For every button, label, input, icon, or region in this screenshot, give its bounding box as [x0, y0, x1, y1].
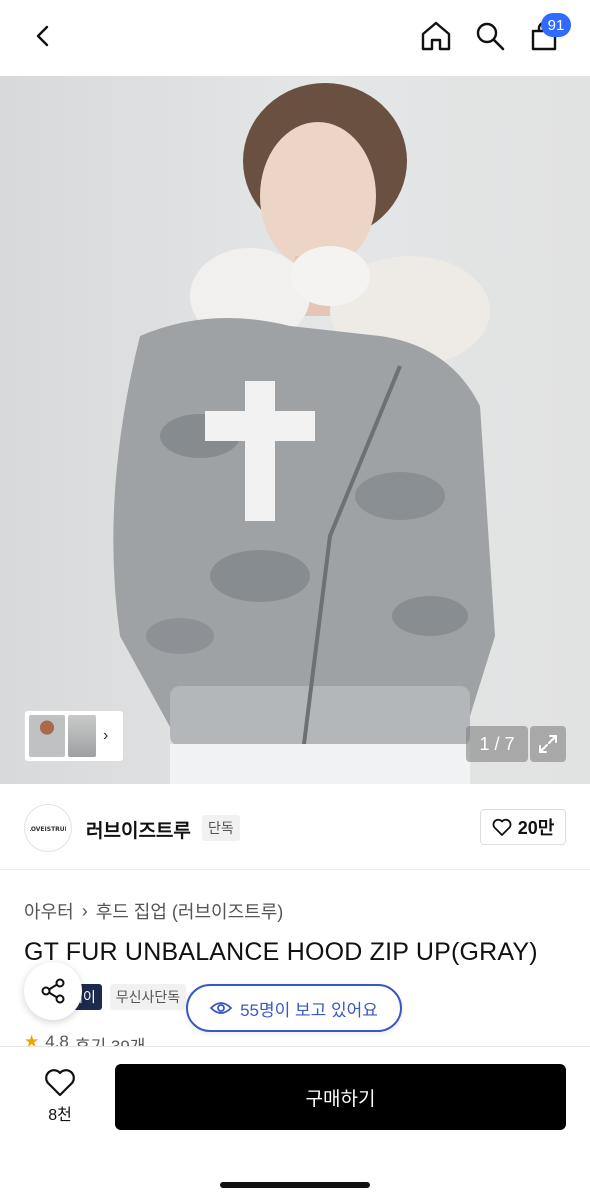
home-icon — [421, 21, 451, 51]
exclusive-tag: 단독 — [202, 815, 240, 841]
home-indicator — [220, 1182, 370, 1188]
viewers-badge: 55명이 보고 있어요 — [186, 984, 402, 1032]
wishlist-button[interactable]: 8천 — [30, 1067, 90, 1131]
brand-logo-mark: LOVEISTRUE — [30, 826, 66, 833]
rating-score: 4.8 — [45, 1032, 69, 1046]
brand-row: LOVEISTRUE 러브이즈트루 단독 20만 — [0, 784, 590, 870]
review-count: 후기 39개 — [75, 1032, 146, 1046]
svg-text:LOVEISTRUE: LOVEISTRUE — [30, 826, 66, 833]
heart-icon — [45, 1069, 75, 1097]
thumbnail-strip[interactable]: › — [24, 710, 124, 762]
top-nav-bar: 91 — [0, 0, 590, 76]
brand-logo[interactable]: LOVEISTRUE — [24, 804, 72, 852]
eye-icon — [210, 1002, 233, 1014]
search-button[interactable] — [468, 14, 512, 58]
viewers-text: 55명이 보고 있어요 — [240, 1000, 378, 1020]
product-image-gallery[interactable]: › 1 / 7 — [0, 76, 590, 784]
home-button[interactable] — [414, 14, 458, 58]
thumbnail-image[interactable] — [29, 715, 65, 757]
brand-name[interactable]: 러브이즈트루 — [86, 816, 191, 843]
breadcrumb-subcategory[interactable]: 후드 집업 (러브이즈트루) — [96, 898, 284, 924]
star-icon: ★ — [24, 1032, 40, 1046]
brand-like-button[interactable]: 20만 — [480, 809, 566, 845]
expand-button[interactable] — [530, 726, 566, 762]
product-photo — [113, 83, 495, 784]
heart-icon — [492, 818, 512, 836]
back-button[interactable] — [22, 14, 66, 58]
cart-count-badge: 91 — [541, 13, 571, 37]
rating-row[interactable]: ★ 4.8 후기 39개 — [24, 1032, 145, 1046]
product-title: GT FUR UNBALANCE HOOD ZIP UP(GRAY) — [24, 938, 538, 966]
share-icon — [41, 978, 65, 1004]
thumbnail-image[interactable] — [68, 715, 96, 757]
badge-exclusive: 무신사단독 — [109, 984, 187, 1010]
wishlist-count: 8천 — [48, 1107, 72, 1124]
breadcrumb-category[interactable]: 아우터 — [24, 898, 74, 924]
chevron-left-icon — [36, 25, 49, 47]
chevron-right-icon: › — [103, 727, 109, 744]
expand-icon — [539, 735, 557, 753]
bottom-action-bar: 8천 구매하기 — [0, 1046, 590, 1200]
image-counter: 1 / 7 — [466, 726, 528, 762]
chevron-right-icon: › — [81, 900, 88, 921]
breadcrumb: 아우터 › 후드 집업 (러브이즈트루) — [24, 898, 283, 924]
brand-like-count: 20만 — [517, 818, 555, 838]
share-button[interactable] — [24, 962, 82, 1020]
buy-button[interactable]: 구매하기 — [115, 1064, 566, 1130]
search-icon — [476, 22, 505, 51]
